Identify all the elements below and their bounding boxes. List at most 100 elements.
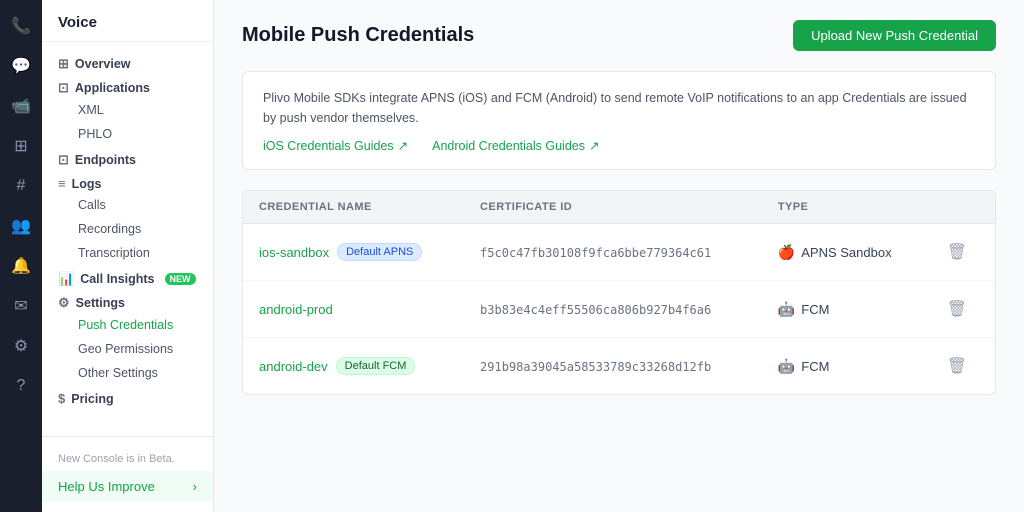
grid-nav-icon[interactable]: ⊞ (3, 128, 39, 164)
notification-nav-icon[interactable]: 🔔 (3, 248, 39, 284)
col-action (927, 191, 995, 224)
new-badge: NEW (165, 273, 196, 285)
sidebar-title: Voice (42, 0, 213, 42)
credential-badge: Default APNS (337, 243, 422, 261)
cred-name-cell: android-prod (243, 281, 464, 338)
table-row: android-prod b3b83e4c4eff55506ca806b927b… (243, 281, 995, 338)
sidebar-item-pricing[interactable]: $ Pricing (42, 385, 213, 408)
sidebar-item-other-settings[interactable]: Other Settings (42, 361, 213, 385)
cert-id-cell: b3b83e4c4eff55506ca806b927b4f6a6 (464, 281, 762, 338)
action-cell: 🗑 (927, 224, 995, 281)
sidebar-item-geo-permissions[interactable]: Geo Permissions (42, 337, 213, 361)
icon-rail: 📞 💬 📹 ⊞ # 👥 🔔 ✉ ⚙ ? (0, 0, 42, 512)
voice-nav-icon[interactable]: 📞 (3, 8, 39, 44)
table-header: Credential NAME Certificate ID TYPE (243, 191, 995, 224)
credential-type: FCM (801, 302, 829, 317)
settings-nav-icon[interactable]: ⚙ (3, 328, 39, 364)
sidebar-item-call-insights[interactable]: 📊 Call Insights NEW (42, 265, 213, 289)
cert-id-cell: f5c0c47fb30108f9fca6bbe779364c61 (464, 224, 762, 281)
sidebar-item-calls[interactable]: Calls (42, 193, 213, 217)
col-name: Credential NAME (243, 191, 464, 224)
sidebar-item-push-credentials[interactable]: Push Credentials (42, 313, 213, 337)
cert-id-cell: 291b98a39045a58533789c33268d12fb (464, 338, 762, 395)
sidebar-item-endpoints[interactable]: ⊡ Endpoints (42, 146, 213, 170)
sidebar-item-xml[interactable]: XML (42, 98, 213, 122)
page-header: Mobile Push Credentials Upload New Push … (242, 20, 996, 51)
table-row: ios-sandbox Default APNS f5c0c47fb30108f… (243, 224, 995, 281)
sidebar-item-overview[interactable]: ⊞ Overview (42, 50, 213, 74)
sidebar-item-transcription[interactable]: Transcription (42, 241, 213, 265)
sidebar-endpoints-label: Endpoints (75, 153, 136, 167)
credential-badge: Default FCM (336, 357, 416, 375)
sidebar-overview-label: Overview (75, 57, 131, 71)
type-cell: 🤖 FCM (762, 338, 927, 395)
certificate-id: 291b98a39045a58533789c33268d12fb (480, 360, 711, 374)
users-nav-icon[interactable]: 👥 (3, 208, 39, 244)
upload-credential-button[interactable]: Upload New Push Credential (793, 20, 996, 51)
android-guides-label: Android Credentials Guides (432, 139, 585, 153)
credential-type: APNS Sandbox (801, 245, 891, 260)
info-box: Plivo Mobile SDKs integrate APNS (iOS) a… (242, 71, 996, 170)
cred-name-cell: android-dev Default FCM (243, 338, 464, 395)
help-nav-icon[interactable]: ? (3, 368, 39, 404)
certificate-id: b3b83e4c4eff55506ca806b927b4f6a6 (480, 303, 711, 317)
overview-icon: ⊞ (58, 56, 69, 72)
type-cell: 🤖 FCM (762, 281, 927, 338)
sidebar-item-settings[interactable]: ⚙ Settings (42, 289, 213, 313)
sidebar-logs-label: Logs (72, 177, 102, 191)
sidebar-item-applications[interactable]: ⊡ Applications (42, 74, 213, 98)
credentials-table: Credential NAME Certificate ID TYPE ios-… (243, 191, 995, 394)
beta-note: New Console is in Beta. (42, 447, 213, 471)
certificate-id: f5c0c47fb30108f9fca6bbe779364c61 (480, 246, 711, 260)
pricing-icon: $ (58, 391, 65, 406)
help-us-improve-button[interactable]: Help Us Improve › (42, 471, 213, 502)
endpoints-icon: ⊡ (58, 152, 69, 168)
sidebar-pricing-label: Pricing (71, 392, 113, 406)
sidebar-item-phlo[interactable]: PHLO (42, 122, 213, 146)
settings-group-icon: ⚙ (58, 295, 70, 311)
credential-type: FCM (801, 359, 829, 374)
applications-icon: ⊡ (58, 80, 69, 96)
cred-name-cell: ios-sandbox Default APNS (243, 224, 464, 281)
sidebar: Voice ⊞ Overview ⊡ Applications XML PHLO… (42, 0, 214, 512)
type-cell: 🍎 APNS Sandbox (762, 224, 927, 281)
main-content: Mobile Push Credentials Upload New Push … (214, 0, 1024, 512)
message-nav-icon[interactable]: 💬 (3, 48, 39, 84)
hash-nav-icon[interactable]: # (3, 168, 39, 204)
sidebar-call-insights-label: Call Insights (80, 272, 154, 286)
table-row: android-dev Default FCM 291b98a39045a585… (243, 338, 995, 395)
external-link-icon: ↗ (398, 138, 408, 153)
delete-credential-button[interactable]: 🗑 (943, 352, 971, 380)
sidebar-settings-label: Settings (76, 296, 125, 310)
android-guides-link[interactable]: Android Credentials Guides ↗ (432, 138, 599, 153)
type-platform-icon: 🍎 (778, 244, 795, 261)
type-platform-icon: 🤖 (778, 301, 795, 318)
logs-icon: ≡ (58, 176, 66, 191)
sidebar-item-recordings[interactable]: Recordings (42, 217, 213, 241)
info-text: Plivo Mobile SDKs integrate APNS (iOS) a… (263, 88, 975, 128)
table-body: ios-sandbox Default APNS f5c0c47fb30108f… (243, 224, 995, 395)
sidebar-footer: New Console is in Beta. Help Us Improve … (42, 436, 213, 512)
chevron-right-icon: › (193, 479, 197, 494)
sidebar-nav: ⊞ Overview ⊡ Applications XML PHLO ⊡ End… (42, 42, 213, 416)
credential-name[interactable]: ios-sandbox (259, 245, 329, 260)
mail-nav-icon[interactable]: ✉ (3, 288, 39, 324)
delete-credential-button[interactable]: 🗑 (943, 238, 971, 266)
delete-credential-button[interactable]: 🗑 (943, 295, 971, 323)
info-links: iOS Credentials Guides ↗ Android Credent… (263, 138, 975, 153)
action-cell: 🗑 (927, 281, 995, 338)
call-insights-icon: 📊 (58, 271, 74, 287)
help-label: Help Us Improve (58, 479, 155, 494)
action-cell: 🗑 (927, 338, 995, 395)
col-cert: Certificate ID (464, 191, 762, 224)
credential-name[interactable]: android-prod (259, 302, 333, 317)
credential-name[interactable]: android-dev (259, 359, 328, 374)
col-type: TYPE (762, 191, 927, 224)
type-platform-icon: 🤖 (778, 358, 795, 375)
sidebar-item-logs[interactable]: ≡ Logs (42, 170, 213, 193)
credentials-table-container: Credential NAME Certificate ID TYPE ios-… (242, 190, 996, 395)
video-nav-icon[interactable]: 📹 (3, 88, 39, 124)
ios-guides-link[interactable]: iOS Credentials Guides ↗ (263, 138, 408, 153)
sidebar-applications-label: Applications (75, 81, 150, 95)
ios-guides-label: iOS Credentials Guides (263, 139, 394, 153)
